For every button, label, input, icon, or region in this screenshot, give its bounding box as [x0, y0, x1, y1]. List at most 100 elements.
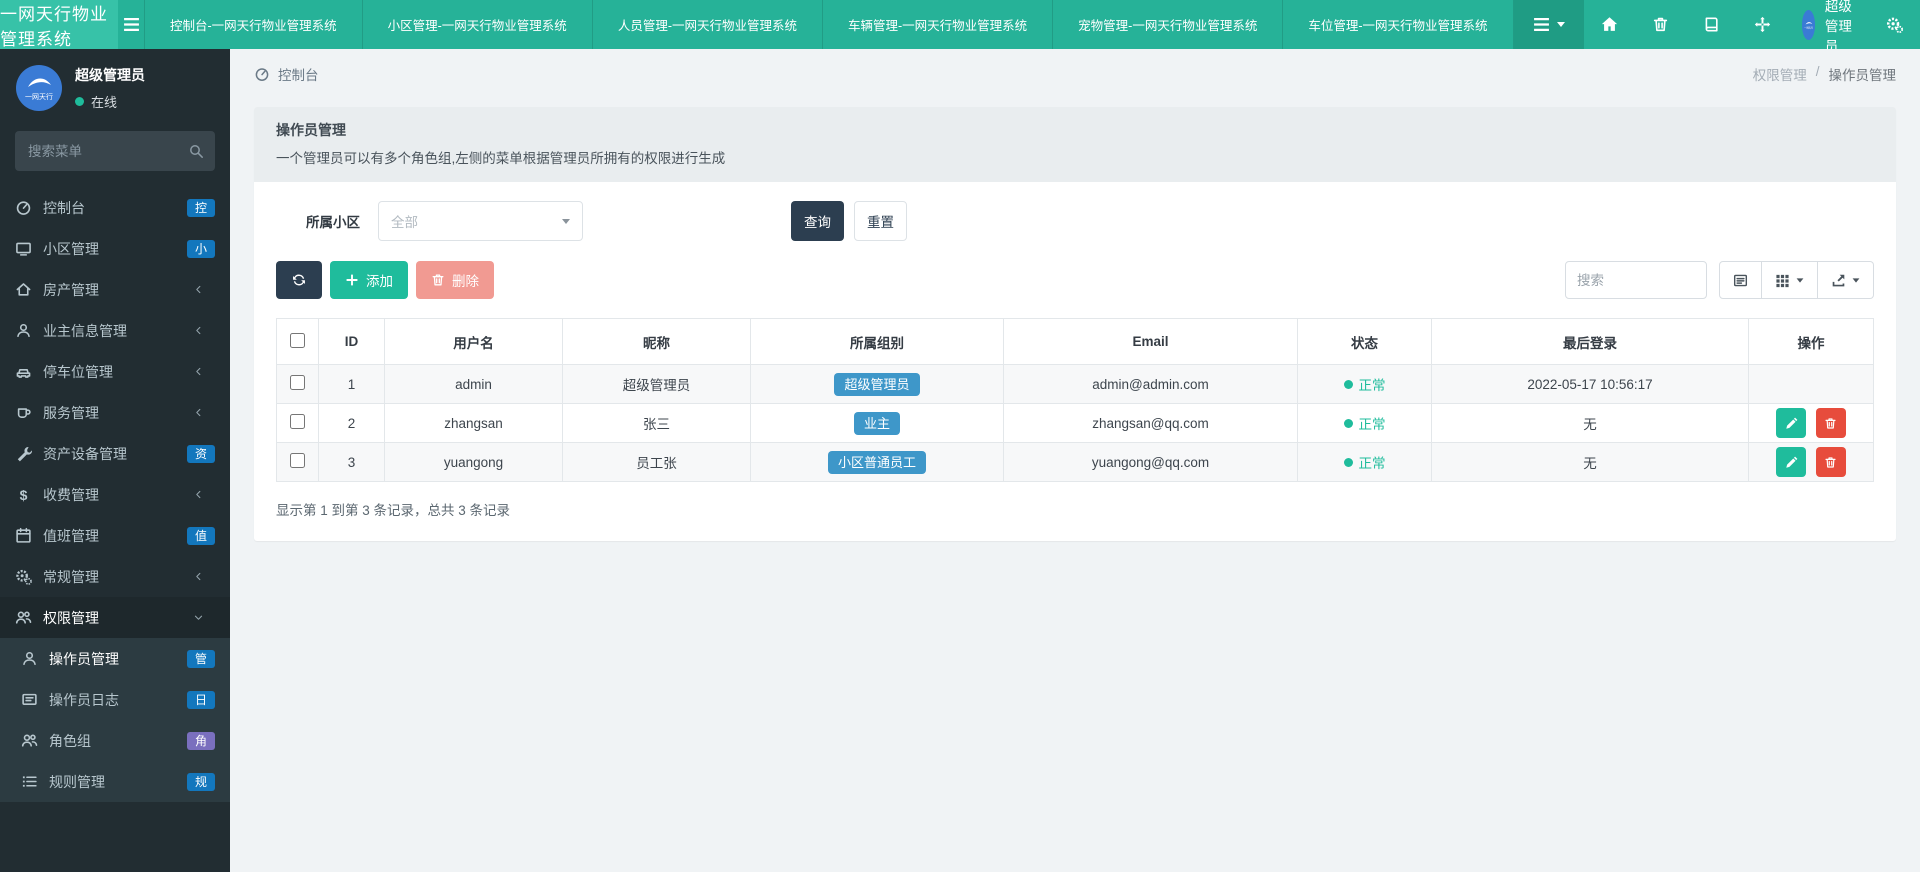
settings-button[interactable] — [1869, 0, 1920, 49]
sidebar-item-parking[interactable]: 停车位管理 — [0, 351, 230, 392]
user-menu[interactable]: 一网天行 超级管理员 — [1788, 0, 1870, 49]
chevron-down-icon — [1853, 278, 1860, 282]
columns-toggle-button[interactable] — [1762, 261, 1818, 299]
tv-icon — [21, 691, 38, 708]
chevron-left-icon — [193, 366, 204, 377]
chevron-left-icon — [193, 571, 204, 582]
sidebar-item-duty[interactable]: 值班管理 值 — [0, 515, 230, 556]
chevron-down-icon — [1797, 278, 1804, 282]
menu-search-input[interactable] — [15, 131, 215, 171]
users-icon — [21, 732, 38, 749]
sidebar-item-owner-info[interactable]: 业主信息管理 — [0, 310, 230, 351]
sidebar-item-role-groups[interactable]: 角色组 角 — [0, 720, 230, 761]
sidebar-item-operators[interactable]: 操作员管理 管 — [0, 638, 230, 679]
sidebar-item-service[interactable]: 服务管理 — [0, 392, 230, 433]
sidebar-item-property[interactable]: 房产管理 — [0, 269, 230, 310]
sidebar-item-general[interactable]: 常规管理 — [0, 556, 230, 597]
add-button[interactable]: 添加 — [330, 261, 408, 299]
page-title: 操作员管理 — [276, 120, 1874, 140]
chevron-down-icon — [562, 219, 570, 224]
book-icon — [1703, 16, 1720, 33]
trash-icon — [1652, 16, 1669, 33]
home-icon — [1601, 16, 1618, 33]
clear-cache-button[interactable] — [1635, 0, 1686, 49]
sidebar-toggle-button[interactable] — [118, 0, 144, 49]
table-search-input[interactable] — [1565, 261, 1707, 299]
dashboard-icon — [15, 199, 32, 216]
list-alt-icon — [1733, 273, 1748, 288]
user-avatar: 一网天行 — [16, 65, 62, 111]
cache-menu-button[interactable] — [1686, 0, 1737, 49]
sidebar-item-assets[interactable]: 资产设备管理 资 — [0, 433, 230, 474]
panel-body: 所属小区 全部 查询 重置 添加 — [254, 182, 1896, 541]
sidebar-item-operator-logs[interactable]: 操作员日志 日 — [0, 679, 230, 720]
row-checkbox[interactable] — [290, 375, 305, 390]
query-button[interactable]: 查询 — [791, 201, 844, 241]
status-badge: 正常 — [1344, 452, 1386, 472]
detail-view-button[interactable] — [1719, 261, 1762, 299]
main-content: 控制台 权限管理 / 操作员管理 操作员管理 一个管理员可以有多个角色组,左侧的… — [230, 49, 1920, 872]
col-status[interactable]: 状态 — [1298, 319, 1432, 365]
view-buttons — [1719, 261, 1874, 299]
topbar-tab[interactable]: 车辆管理-一网天行物业管理系统 — [823, 0, 1053, 49]
expand-arrows-icon — [1754, 16, 1771, 33]
chevron-left-icon — [193, 284, 204, 295]
row-checkbox[interactable] — [290, 453, 305, 468]
user-icon — [21, 650, 38, 667]
menu-badge: 资 — [187, 445, 215, 463]
breadcrumb-left[interactable]: 控制台 — [278, 64, 319, 84]
col-last-login[interactable]: 最后登录 — [1432, 319, 1749, 365]
edit-row-button[interactable] — [1776, 408, 1806, 438]
menu-badge: 日 — [187, 691, 215, 709]
delete-button[interactable]: 删除 — [416, 261, 494, 299]
chevron-down-icon — [193, 612, 204, 623]
breadcrumb-right: 权限管理 / 操作员管理 — [1753, 64, 1896, 84]
sidebar-item-billing[interactable]: $ 收费管理 — [0, 474, 230, 515]
home-button[interactable] — [1584, 0, 1635, 49]
status-dot — [1344, 419, 1353, 428]
community-select[interactable]: 全部 — [378, 201, 583, 241]
reset-button[interactable]: 重置 — [854, 201, 907, 241]
col-nickname[interactable]: 昵称 — [563, 319, 751, 365]
fullscreen-button[interactable] — [1737, 0, 1788, 49]
select-all-checkbox[interactable] — [290, 333, 305, 348]
topbar-tab[interactable]: 控制台-一网天行物业管理系统 — [144, 0, 363, 49]
breadcrumb-parent[interactable]: 权限管理 — [1753, 64, 1807, 84]
sidebar-item-rules[interactable]: 规则管理 规 — [0, 761, 230, 802]
topbar-tab[interactable]: 人员管理-一网天行物业管理系统 — [593, 0, 823, 49]
row-checkbox[interactable] — [290, 414, 305, 429]
pencil-icon — [1785, 417, 1798, 430]
topbar-tab[interactable]: 宠物管理-一网天行物业管理系统 — [1053, 0, 1283, 49]
topbar-tab[interactable]: 小区管理-一网天行物业管理系统 — [363, 0, 593, 49]
app-brand: 一网天行物业管理系统 — [0, 0, 118, 49]
home-icon — [15, 281, 32, 298]
cogs-icon — [1886, 16, 1903, 33]
operators-panel: 操作员管理 一个管理员可以有多个角色组,左侧的菜单根据管理员所拥有的权限进行生成… — [254, 107, 1896, 541]
cogs-icon — [15, 568, 32, 585]
sidebar-item-permissions[interactable]: 权限管理 — [0, 597, 230, 638]
refresh-button[interactable] — [276, 261, 322, 299]
dollar-icon: $ — [15, 487, 32, 503]
tabs-dropdown-button[interactable] — [1514, 0, 1584, 49]
online-status-label: 在线 — [91, 92, 117, 111]
table-row: 2 zhangsan 张三 业主 zhangsan@qq.com 正常 无 — [277, 404, 1874, 443]
breadcrumb-current: 操作员管理 — [1829, 64, 1897, 84]
topbar-tab[interactable]: 车位管理-一网天行物业管理系统 — [1283, 0, 1513, 49]
col-username[interactable]: 用户名 — [385, 319, 563, 365]
col-id[interactable]: ID — [319, 319, 385, 365]
sidebar-item-dashboard[interactable]: 控制台 控 — [0, 187, 230, 228]
col-email[interactable]: Email — [1004, 319, 1298, 365]
delete-row-button[interactable] — [1816, 447, 1846, 477]
edit-row-button[interactable] — [1776, 447, 1806, 477]
menu-badge: 控 — [187, 199, 215, 217]
col-group[interactable]: 所属组别 — [751, 319, 1004, 365]
sidebar-item-community[interactable]: 小区管理 小 — [0, 228, 230, 269]
delete-row-button[interactable] — [1816, 408, 1846, 438]
trash-icon — [1824, 417, 1837, 430]
status-dot — [1344, 458, 1353, 467]
status-badge: 正常 — [1344, 413, 1386, 433]
chevron-left-icon — [193, 407, 204, 418]
chevron-down-icon — [1557, 22, 1565, 27]
status-dot — [1344, 380, 1353, 389]
export-button[interactable] — [1818, 261, 1874, 299]
